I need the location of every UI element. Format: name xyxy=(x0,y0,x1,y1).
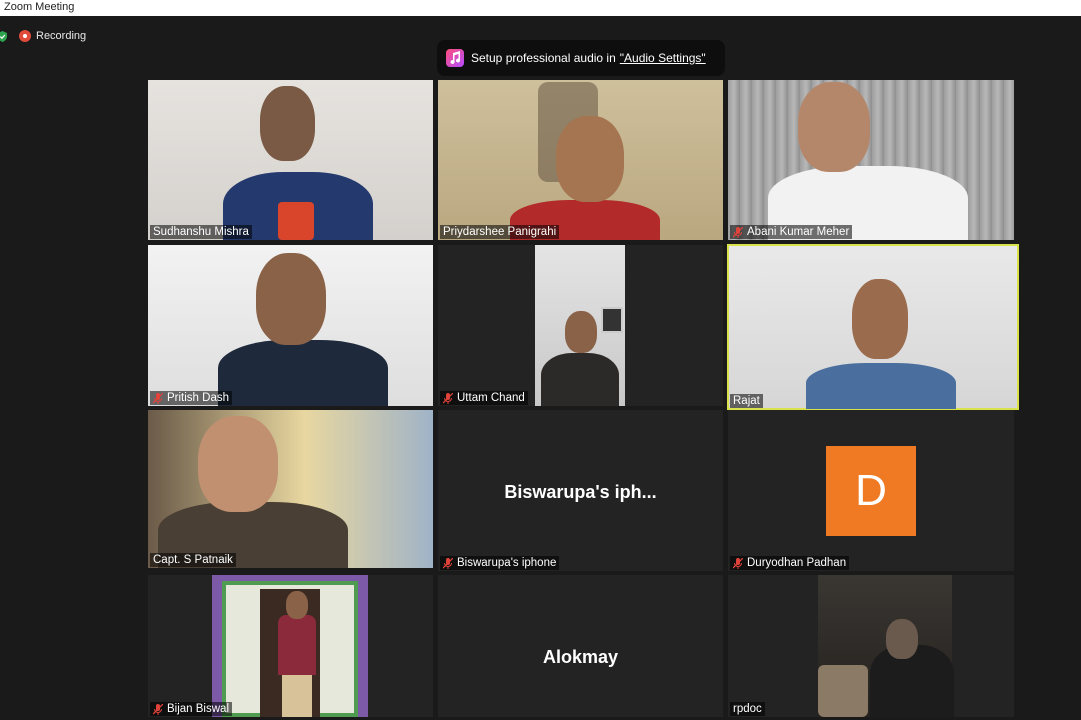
video-tile-alokmay[interactable]: Alokmay xyxy=(438,575,723,717)
participant-video xyxy=(212,575,368,717)
video-tile-rajat[interactable]: Rajat xyxy=(727,244,1019,410)
participant-video xyxy=(806,363,956,409)
participant-name-label: Bijan Biswal xyxy=(150,702,232,716)
recording-icon xyxy=(19,30,31,42)
participant-video xyxy=(535,245,625,406)
participant-name-display: Biswarupa's iph... xyxy=(504,482,657,502)
video-tile-biswarupas-iphone[interactable]: Biswarupa's iph... Biswarupa's iphone xyxy=(438,410,723,571)
participant-name-label: Rajat xyxy=(730,394,763,408)
music-note-icon xyxy=(446,49,464,67)
participant-name-label: Sudhanshu Mishra xyxy=(150,225,252,239)
muted-mic-icon xyxy=(153,392,163,404)
participant-name-label: Duryodhan Padhan xyxy=(730,556,850,570)
participant-name-label: Capt. S Patnaik xyxy=(150,553,236,567)
security-shield-icon[interactable] xyxy=(0,30,7,42)
participant-name-label: Abani Kumar Meher xyxy=(730,225,853,239)
participant-video xyxy=(218,340,388,406)
video-tile-bijan-biswal[interactable]: Bijan Biswal xyxy=(148,575,433,717)
avatar: D xyxy=(826,446,916,536)
window-title: Zoom Meeting xyxy=(0,0,1081,16)
participant-video xyxy=(818,575,954,717)
audio-settings-banner: Setup professional audio in "Audio Setti… xyxy=(437,40,725,76)
recording-indicator[interactable]: Recording xyxy=(19,30,86,42)
audio-settings-link[interactable]: "Audio Settings" xyxy=(620,51,706,65)
participant-video xyxy=(852,279,908,359)
participant-name-label: Uttam Chand xyxy=(440,391,528,405)
participant-name-label: Priydarshee Panigrahi xyxy=(440,225,560,239)
muted-mic-icon xyxy=(153,703,163,715)
participant-name-label: Biswarupa's iphone xyxy=(440,556,560,570)
video-tile-duryodhan-padhan[interactable]: D Duryodhan Padhan xyxy=(728,410,1014,571)
muted-mic-icon xyxy=(443,392,453,404)
video-tile-pritish-dash[interactable]: Pritish Dash xyxy=(148,245,433,406)
recording-label: Recording xyxy=(36,30,87,42)
participant-name-display: Alokmay xyxy=(542,647,619,667)
muted-mic-icon xyxy=(443,557,453,569)
video-tile-abani-kumar-meher[interactable]: Abani Kumar Meher xyxy=(728,80,1014,240)
participant-video xyxy=(260,86,315,161)
video-tile-priydarshee-panigrahi[interactable]: Priydarshee Panigrahi xyxy=(438,80,723,240)
muted-mic-icon xyxy=(733,226,743,238)
banner-text: Setup professional audio in xyxy=(471,51,616,65)
participant-video xyxy=(198,416,278,512)
video-tile-capt-s-patnaik[interactable]: Capt. S Patnaik xyxy=(148,410,433,568)
muted-mic-icon xyxy=(733,557,743,569)
participant-video xyxy=(556,116,624,202)
meeting-status-bar: Recording xyxy=(0,27,86,45)
participant-name-label: rpdoc xyxy=(730,702,765,716)
video-tile-sudhanshu-mishra[interactable]: Sudhanshu Mishra xyxy=(148,80,433,240)
participant-name-label: Pritish Dash xyxy=(150,391,232,405)
participant-video xyxy=(278,202,314,240)
participant-video xyxy=(798,82,870,172)
participant-video xyxy=(256,253,326,345)
video-tile-uttam-chand[interactable]: Uttam Chand xyxy=(438,245,723,406)
video-tile-rpdoc[interactable]: rpdoc xyxy=(728,575,1014,717)
